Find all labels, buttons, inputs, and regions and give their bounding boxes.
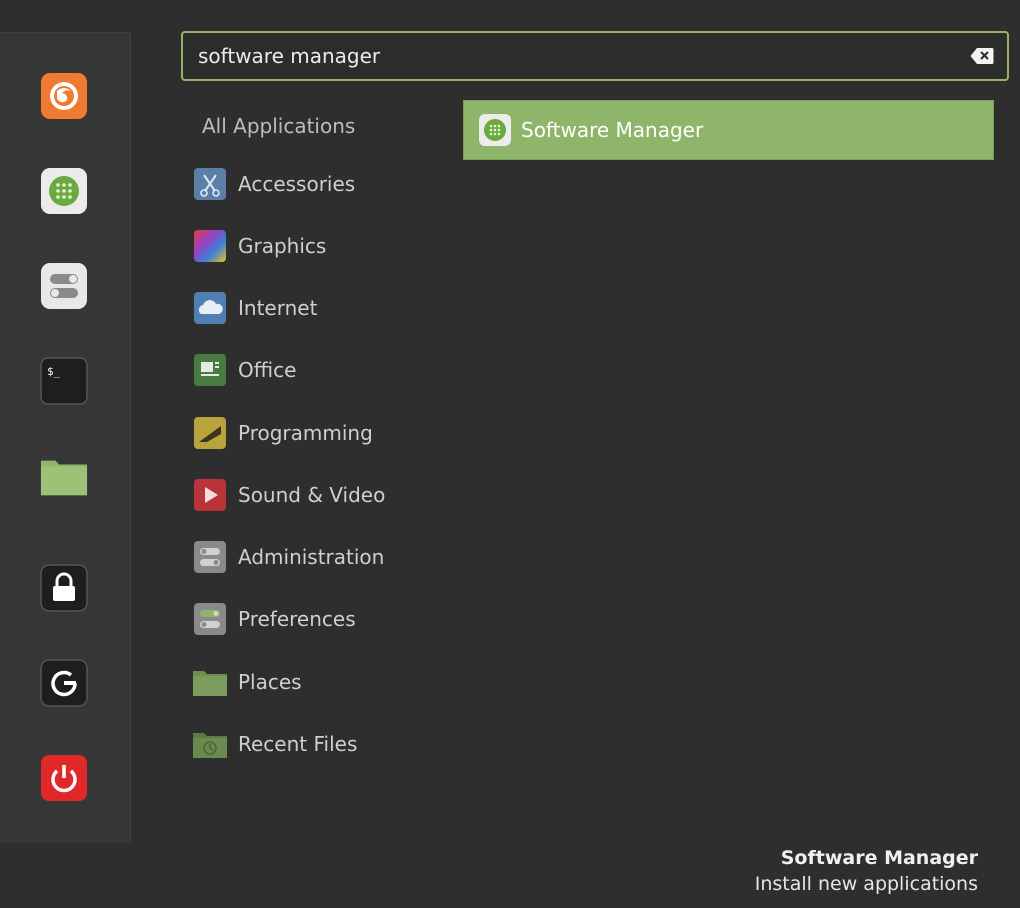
search-input[interactable] [183,43,967,69]
category-all-applications[interactable]: All Applications [192,104,442,148]
software-manager-icon [41,168,87,214]
files-launcher[interactable] [40,452,88,500]
category-label: Graphics [238,234,327,258]
document-icon [192,352,228,388]
category-label: All Applications [202,114,356,138]
category-label: Recent Files [238,732,358,756]
palette-icon [192,228,228,264]
category-programming[interactable]: Programming [192,411,442,455]
software-manager-icon [477,112,513,148]
favorites-sidebar: $_ [0,32,131,843]
toggles-icon [192,601,228,637]
category-places[interactable]: Places [192,660,442,704]
ruler-icon [192,415,228,451]
app-description: Software Manager Install new application… [755,845,978,897]
terminal-icon: $_ [40,357,88,405]
category-label: Places [238,670,302,694]
category-internet[interactable]: Internet [192,286,442,330]
category-label: Sound & Video [238,483,386,507]
category-label: Administration [238,545,385,569]
quit-button[interactable] [40,754,88,802]
cloud-icon [192,290,228,326]
logout-icon [40,659,88,707]
clear-icon [970,48,994,64]
system-settings-launcher[interactable] [40,262,88,310]
description-title: Software Manager [780,847,978,869]
toggles-icon [41,263,87,309]
search-result-software-manager[interactable]: Software Manager [463,100,994,160]
category-sound-video[interactable]: Sound & Video [192,473,442,517]
lock-icon [40,564,88,612]
toggles-icon [192,539,228,575]
category-label: Internet [238,296,318,320]
search-box [181,31,1009,81]
scissors-icon [192,166,228,202]
category-office[interactable]: Office [192,348,442,392]
category-accessories[interactable]: Accessories [192,162,442,206]
result-label: Software Manager [521,118,704,142]
lock-screen-button[interactable] [40,564,88,612]
folder-icon [40,460,88,496]
category-label: Preferences [238,607,356,631]
clear-search-button[interactable] [967,41,997,71]
category-recent-files[interactable]: Recent Files [192,722,442,766]
svg-text:$_: $_ [47,365,61,378]
category-label: Accessories [238,172,356,196]
category-label: Programming [238,421,373,445]
play-icon [192,477,228,513]
category-graphics[interactable]: Graphics [192,224,442,268]
folder-icon [192,664,228,700]
terminal-launcher[interactable]: $_ [40,357,88,405]
recent-folder-icon [192,726,228,762]
category-preferences[interactable]: Preferences [192,597,442,641]
description-subtitle: Install new applications [754,873,978,895]
power-icon [41,755,87,801]
firefox-launcher[interactable] [40,72,88,120]
logout-button[interactable] [40,659,88,707]
category-label: Office [238,358,297,382]
firefox-icon [41,73,87,119]
software-manager-launcher[interactable] [40,167,88,215]
category-administration[interactable]: Administration [192,535,442,579]
